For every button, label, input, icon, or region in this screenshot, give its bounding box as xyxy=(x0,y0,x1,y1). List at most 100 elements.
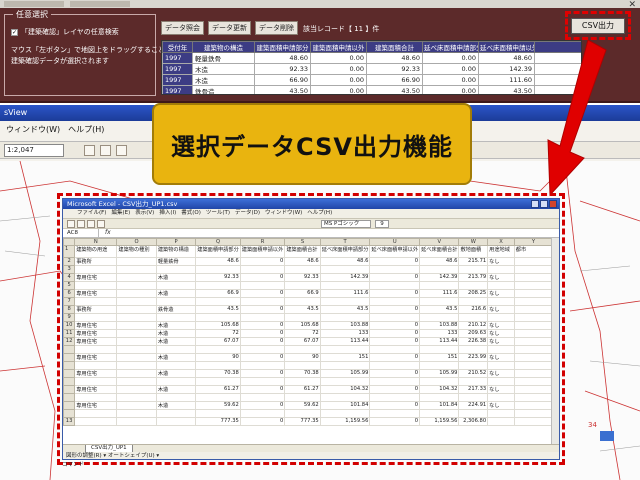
cell[interactable] xyxy=(284,377,321,386)
row-number[interactable] xyxy=(63,377,76,386)
cell[interactable] xyxy=(487,297,515,306)
cell[interactable] xyxy=(513,417,553,426)
cell[interactable]: 210.52 xyxy=(458,369,489,378)
cell[interactable] xyxy=(369,297,421,306)
cell[interactable]: 101.84 xyxy=(319,401,371,410)
column-header[interactable]: R xyxy=(239,238,286,246)
cell[interactable] xyxy=(458,313,489,322)
cell[interactable] xyxy=(239,297,286,306)
cell[interactable]: 建築物の構造 xyxy=(155,245,197,258)
cell[interactable]: 0 xyxy=(239,417,286,426)
new-icon[interactable] xyxy=(67,220,75,228)
cell[interactable] xyxy=(74,417,118,426)
cell[interactable] xyxy=(155,417,197,426)
table-row[interactable] xyxy=(63,393,553,402)
cell[interactable]: 専用住宅 xyxy=(74,273,118,282)
cell[interactable]: 0 xyxy=(369,305,421,314)
cell[interactable] xyxy=(155,345,197,354)
cell[interactable] xyxy=(513,353,553,362)
cell[interactable] xyxy=(487,361,515,370)
grid-header[interactable]: 建築面積合計 xyxy=(366,41,423,53)
cell[interactable]: 72 xyxy=(284,329,321,338)
cell[interactable] xyxy=(116,361,157,370)
cell[interactable] xyxy=(239,313,286,322)
name-box[interactable]: AC8 xyxy=(65,229,99,237)
cell[interactable]: 113.44 xyxy=(319,337,371,346)
table-row[interactable] xyxy=(63,409,553,418)
cell[interactable]: 113.44 xyxy=(419,337,460,346)
row-number[interactable]: 11 xyxy=(63,329,76,338)
cell[interactable]: 木造 xyxy=(155,353,197,362)
cell[interactable] xyxy=(116,321,157,330)
cell[interactable] xyxy=(116,289,157,298)
cell[interactable] xyxy=(458,297,489,306)
spreadsheet-grid[interactable]: NOPQRSTUVWXY 1 建築物の用途 建築物の種別 建築物の構造 建築面積申請部分… xyxy=(63,238,553,444)
cell[interactable]: 建築面積合計 xyxy=(284,245,321,258)
cell[interactable]: 70.38 xyxy=(284,369,321,378)
cell[interactable]: 専用住宅 xyxy=(74,289,118,298)
cell[interactable] xyxy=(155,409,197,418)
cell[interactable]: 224.91 xyxy=(458,401,489,410)
cell[interactable]: 1,159.56 xyxy=(419,417,460,426)
grid-cell[interactable]: 1997 xyxy=(162,85,193,94)
column-header[interactable]: V xyxy=(419,238,460,246)
cell[interactable]: 101.84 xyxy=(419,401,460,410)
close-icon[interactable]: ✕ xyxy=(628,0,636,10)
cell[interactable] xyxy=(319,313,371,322)
cell[interactable] xyxy=(319,361,371,370)
cell[interactable] xyxy=(74,409,118,418)
cell[interactable] xyxy=(513,265,553,274)
cell[interactable]: 209.63 xyxy=(458,329,489,338)
cell[interactable]: 0 xyxy=(369,289,421,298)
cell[interactable]: 木造 xyxy=(155,321,197,330)
cell[interactable]: なし xyxy=(487,273,515,282)
cell[interactable] xyxy=(155,361,197,370)
data-query-button[interactable]: データ照会 xyxy=(161,21,204,35)
cell[interactable] xyxy=(116,329,157,338)
vertical-scrollbar[interactable] xyxy=(551,238,559,444)
row-number[interactable]: 2 xyxy=(63,257,76,266)
cell[interactable] xyxy=(116,377,157,386)
font-size-select[interactable]: 9 xyxy=(375,220,389,228)
cell[interactable] xyxy=(116,273,157,282)
table-row[interactable]: 9 xyxy=(63,313,553,322)
grid-header[interactable]: 延べ床面積申請部分 xyxy=(422,41,479,53)
cell[interactable]: 鉄骨造 xyxy=(155,305,197,314)
cell[interactable]: 建築物の用途 xyxy=(74,245,118,258)
cell[interactable]: 専用住宅 xyxy=(74,401,118,410)
cell[interactable]: 0 xyxy=(369,273,421,282)
cell[interactable] xyxy=(116,417,157,426)
cell[interactable]: 木造 xyxy=(155,273,197,282)
table-row[interactable]: 6 専用住宅 木造 66.9 0 66.9 111.6 0 111.6 208.25 なし xyxy=(63,289,553,298)
cell[interactable] xyxy=(513,329,553,338)
grid-cell[interactable]: 48.60 xyxy=(366,52,423,64)
row-number[interactable] xyxy=(63,393,76,402)
cell[interactable]: なし xyxy=(487,401,515,410)
cell[interactable]: 43.5 xyxy=(284,305,321,314)
cell[interactable] xyxy=(284,393,321,402)
cell[interactable] xyxy=(116,265,157,274)
grid-cell[interactable]: 軽量鉄骨 xyxy=(192,52,255,64)
grid-cell[interactable]: 92.33 xyxy=(254,63,311,75)
cell[interactable]: 専用住宅 xyxy=(74,321,118,330)
cell[interactable]: 木造 xyxy=(155,401,197,410)
table-row[interactable]: 10 専用住宅 木造 105.68 0 105.68 103.88 0 103.88 210.12… xyxy=(63,321,553,330)
cell[interactable]: 都市 xyxy=(513,245,553,258)
table-row[interactable]: 11 専用住宅 木造 72 0 72 133 0 133 209.63 なし xyxy=(63,329,553,338)
cell[interactable]: 0 xyxy=(369,369,421,378)
cell[interactable] xyxy=(195,281,241,290)
row-number[interactable]: 12 xyxy=(63,337,76,346)
cell[interactable] xyxy=(319,377,371,386)
cell[interactable] xyxy=(155,377,197,386)
cell[interactable] xyxy=(116,369,157,378)
cell[interactable]: 208.25 xyxy=(458,289,489,298)
cell[interactable]: 事務所 xyxy=(74,305,118,314)
cell[interactable] xyxy=(458,361,489,370)
cell[interactable] xyxy=(195,393,241,402)
cell[interactable] xyxy=(369,393,421,402)
cell[interactable] xyxy=(513,321,553,330)
cell[interactable]: 0 xyxy=(369,257,421,266)
cell[interactable]: 専用住宅 xyxy=(74,337,118,346)
cell[interactable] xyxy=(513,345,553,354)
drawing-toolbar[interactable]: 図形の調整(R) ▾ オートシェイプ(U) ▾ xyxy=(63,452,559,459)
